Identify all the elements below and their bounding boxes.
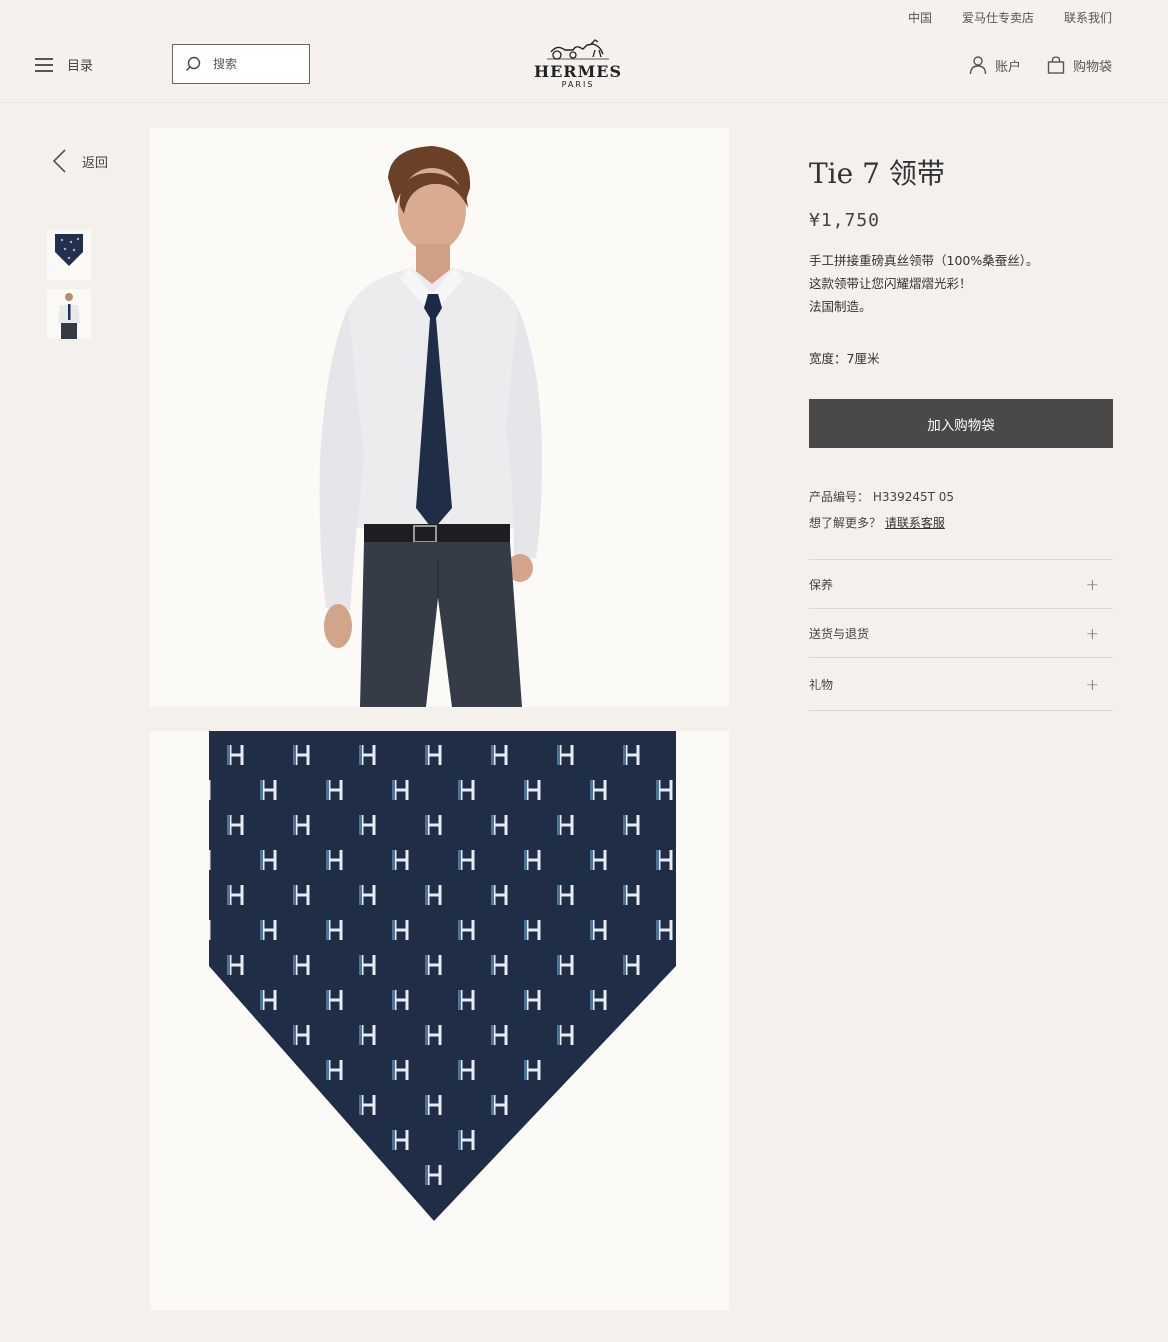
tie-detail-thumbnail-image [55, 234, 83, 266]
contact-service-link[interactable]: 请联系客服 [885, 516, 945, 530]
more-info-prefix: 想了解更多？ [809, 516, 882, 530]
logo-name: HERMES [533, 62, 623, 81]
plus-icon: + [1085, 574, 1099, 594]
menu-label: 目录 [67, 59, 94, 74]
utility-link-contact[interactable]: 联系我们 [1064, 9, 1112, 26]
search-icon [186, 56, 201, 71]
description-line: 法国制造。 [809, 299, 872, 314]
product-info: Tie 7 领带 ¥1,750 手工拼接重磅真丝领带（100%桑蚕丝）。 这款领… [809, 152, 1113, 711]
back-label: 返回 [82, 155, 109, 171]
menu-button[interactable]: 目录 [35, 55, 93, 74]
bag-icon [1047, 56, 1065, 74]
description-line: 这款领带让您闪耀熠熠光彩！ [809, 276, 972, 291]
bag-label: 购物袋 [1072, 59, 1112, 75]
search-input[interactable] [211, 56, 305, 72]
product-title: Tie 7 领带 [809, 157, 945, 190]
product-image-tie-detail [150, 731, 729, 1310]
account-nav: 账户 购物袋 [969, 55, 1112, 75]
accordion-care[interactable]: 保养 + [809, 560, 1113, 609]
accordion-label: 送货与退货 [809, 626, 870, 641]
menu-icon [35, 57, 53, 72]
utility-nav: 中国 爱马仕专卖店 联系我们 [908, 9, 1112, 26]
more-info: 想了解更多？ 请联系客服 [809, 514, 1113, 531]
bag-link[interactable]: 购物袋 [1047, 55, 1112, 75]
account-label: 账户 [994, 59, 1021, 75]
thumbnail-tie-detail[interactable] [47, 230, 91, 280]
product-width: 宽度：7厘米 [809, 351, 880, 366]
carriage-logo-icon [547, 39, 609, 60]
accordion-label: 保养 [809, 577, 834, 592]
product-sku: 产品编号： H339245T 05 [809, 490, 955, 504]
product-accordion: 保养 + 送货与退货 + 礼物 + [809, 559, 1113, 711]
product-image-model [150, 128, 729, 707]
accordion-gift[interactable]: 礼物 + [809, 658, 1113, 711]
back-link[interactable]: 返回 [50, 148, 108, 174]
accordion-label: 礼物 [809, 677, 834, 692]
tie-detail-photo [209, 731, 676, 1221]
product-price: ¥1,750 [809, 210, 881, 231]
logo-sub: PARIS [561, 80, 595, 89]
model-photo [319, 146, 542, 707]
accordion-shipping-returns[interactable]: 送货与退货 + [809, 609, 1113, 658]
utility-link-country[interactable]: 中国 [908, 9, 932, 26]
user-icon [969, 56, 987, 75]
model-thumbnail-image [58, 293, 80, 339]
plus-icon: + [1085, 623, 1099, 643]
description-line: 手工拼接重磅真丝领带（100%桑蚕丝）。 [809, 253, 1039, 268]
thumbnail-model[interactable] [47, 289, 91, 339]
utility-link-stores[interactable]: 爱马仕专卖店 [962, 9, 1034, 26]
plus-icon: + [1085, 674, 1099, 694]
add-to-bag-button[interactable]: 加入购物袋 [809, 399, 1113, 448]
site-header: 中国 爱马仕专卖店 联系我们 目录 HERMES PARIS [0, 0, 1168, 103]
search-box[interactable] [172, 44, 310, 84]
chevron-left-icon [52, 149, 66, 173]
account-link[interactable]: 账户 [969, 55, 1021, 75]
product-description: 手工拼接重磅真丝领带（100%桑蚕丝）。 这款领带让您闪耀熠熠光彩！ 法国制造。 [809, 249, 1113, 318]
brand-logo[interactable]: HERMES PARIS [528, 38, 628, 89]
